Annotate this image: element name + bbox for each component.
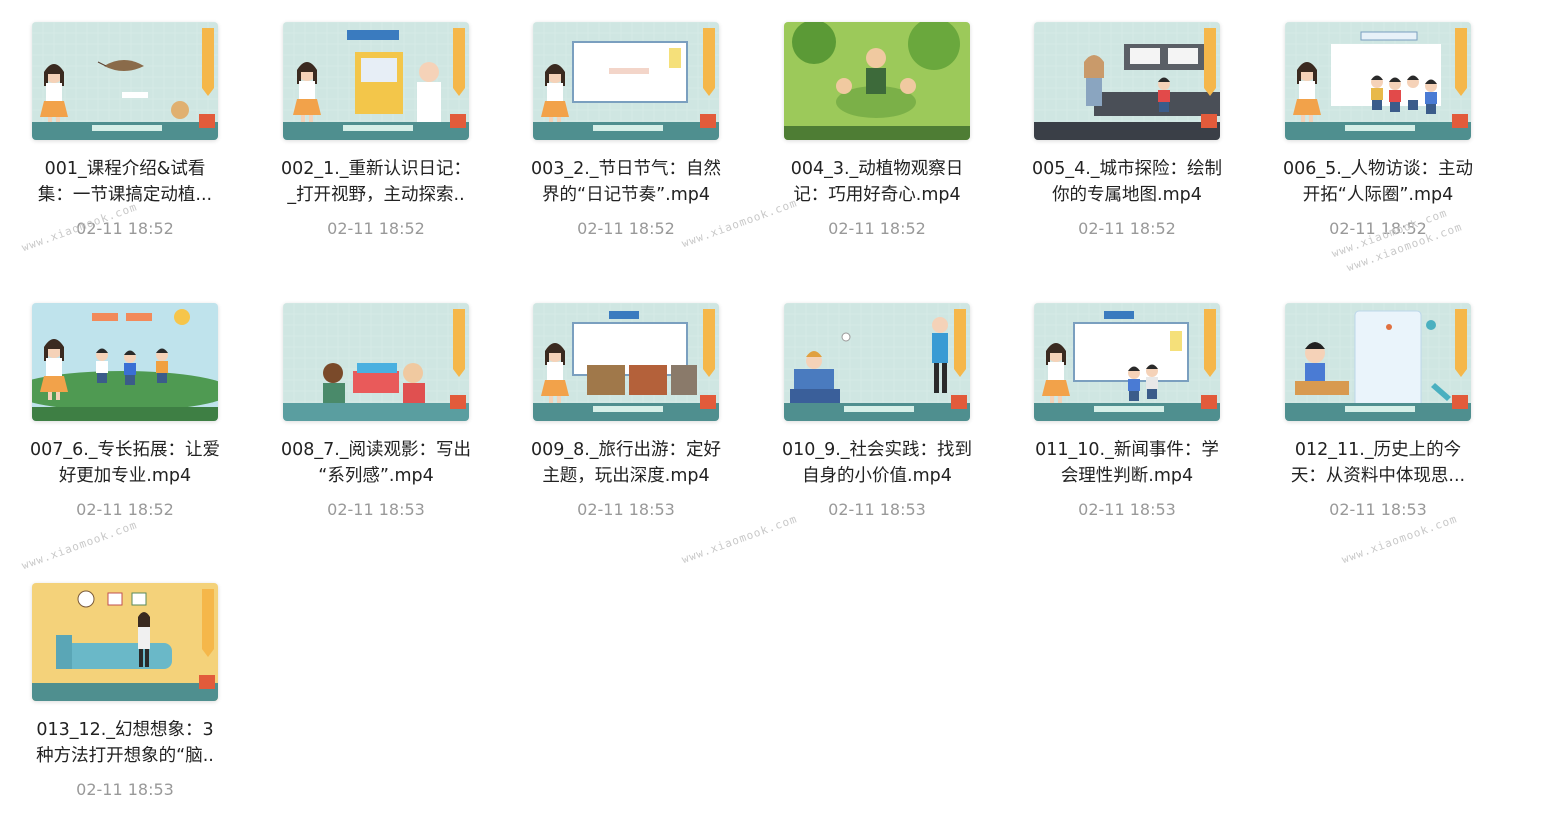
file-item[interactable]: 003_2._节日节气：自然 界的“日记节奏”.mp4 02-11 18:52 [511,0,721,260]
file-name-line-2: 你的专属地图.mp4 [1052,185,1202,205]
file-name[interactable]: 005_4._城市探险：绘制 你的专属地图.mp4 [1012,156,1242,208]
file-name-line-2: 种方法打开想象的“脑.. [36,746,214,766]
file-item[interactable]: 012_11._历史上的今 天：从资料中体现思... 02-11 18:53 [1263,281,1473,541]
file-name[interactable]: 001_课程介绍&试看 集：一节课搞定动植... [10,156,240,208]
file-name[interactable]: 008_7._阅读观影：写出 “系列感”.mp4 [261,437,491,489]
file-name-line-1: 005_4._城市探险：绘制 [1031,159,1223,179]
video-thumbnail[interactable] [283,303,469,421]
file-name[interactable]: 013_12._幻想想象：3 种方法打开想象的“脑.. [10,717,240,769]
file-name-line-2: _打开视野，主动探索.. [287,185,465,205]
file-name-line-2: 会理性判断.mp4 [1060,466,1194,486]
file-item[interactable]: 002_1._重新认识日记： _打开视野，主动探索.. 02-11 18:52 [261,0,471,260]
file-name-line-2: “系列感”.mp4 [318,466,434,486]
file-name-line-2: 界的“日记节奏”.mp4 [542,185,710,205]
video-thumbnail[interactable] [1034,303,1220,421]
video-thumbnail[interactable] [533,303,719,421]
file-name-line-2: 好更加专业.mp4 [58,466,192,486]
file-item[interactable]: 004_3._动植物观察日 记：巧用好奇心.mp4 02-11 18:52 [762,0,972,260]
file-item[interactable]: 010_9._社会实践：找到 自身的小价值.mp4 02-11 18:53 [762,281,972,541]
file-date: 02-11 18:53 [828,500,926,519]
video-thumbnail[interactable] [784,22,970,140]
file-date: 02-11 18:53 [577,500,675,519]
file-name-line-2: 集：一节课搞定动植... [37,185,213,205]
file-date: 02-11 18:52 [1329,219,1427,238]
file-name[interactable]: 003_2._节日节气：自然 界的“日记节奏”.mp4 [511,156,741,208]
video-thumbnail[interactable] [32,583,218,701]
file-name-line-2: 开拓“人际圈”.mp4 [1302,185,1454,205]
file-date: 02-11 18:53 [327,500,425,519]
file-name-line-1: 008_7._阅读观影：写出 [280,440,472,460]
file-date: 02-11 18:53 [76,780,174,799]
video-thumbnail[interactable] [1034,22,1220,140]
file-name[interactable]: 006_5._人物访谈：主动 开拓“人际圈”.mp4 [1263,156,1493,208]
file-item[interactable]: 005_4._城市探险：绘制 你的专属地图.mp4 02-11 18:52 [1012,0,1222,260]
file-name[interactable]: 002_1._重新认识日记： _打开视野，主动探索.. [261,156,491,208]
file-date: 02-11 18:53 [1329,500,1427,519]
file-name-line-2: 自身的小价值.mp4 [802,466,952,486]
video-thumbnail[interactable] [1285,22,1471,140]
file-name-line-1: 007_6._专长拓展：让爱 [29,440,221,460]
file-date: 02-11 18:52 [1078,219,1176,238]
file-item[interactable]: 006_5._人物访谈：主动 开拓“人际圈”.mp4 02-11 18:52 [1263,0,1473,260]
video-thumbnail[interactable] [32,303,218,421]
file-name[interactable]: 007_6._专长拓展：让爱 好更加专业.mp4 [10,437,240,489]
file-name[interactable]: 009_8._旅行出游：定好 主题，玩出深度.mp4 [511,437,741,489]
file-name-line-1: 012_11._历史上的今 [1294,440,1462,460]
file-item[interactable]: 009_8._旅行出游：定好 主题，玩出深度.mp4 02-11 18:53 [511,281,721,541]
file-name-line-1: 002_1._重新认识日记： [280,159,472,179]
video-thumbnail[interactable] [533,22,719,140]
file-date: 02-11 18:53 [1078,500,1176,519]
file-name-line-2: 天：从资料中体现思... [1290,466,1466,486]
file-name-line-1: 001_课程介绍&试看 [44,159,206,179]
file-name-line-2: 主题，玩出深度.mp4 [542,466,710,486]
file-item[interactable]: 001_课程介绍&试看 集：一节课搞定动植... 02-11 18:52 [10,0,220,260]
file-date: 02-11 18:52 [76,500,174,519]
file-date: 02-11 18:52 [327,219,425,238]
video-thumbnail[interactable] [32,22,218,140]
file-name-line-2: 记：巧用好奇心.mp4 [793,185,961,205]
video-thumbnail[interactable] [1285,303,1471,421]
video-thumbnail[interactable] [283,22,469,140]
file-date: 02-11 18:52 [828,219,926,238]
file-name[interactable]: 004_3._动植物观察日 记：巧用好奇心.mp4 [762,156,992,208]
file-name-line-1: 004_3._动植物观察日 [790,159,964,179]
file-name-line-1: 010_9._社会实践：找到 [781,440,973,460]
file-item[interactable]: 011_10._新闻事件：学 会理性判断.mp4 02-11 18:53 [1012,281,1222,541]
file-name[interactable]: 012_11._历史上的今 天：从资料中体现思... [1263,437,1493,489]
file-name[interactable]: 011_10._新闻事件：学 会理性判断.mp4 [1012,437,1242,489]
file-name-line-1: 013_12._幻想想象：3 [36,720,214,740]
file-name-line-1: 011_10._新闻事件：学 [1035,440,1219,460]
file-name[interactable]: 010_9._社会实践：找到 自身的小价值.mp4 [762,437,992,489]
file-item[interactable]: 013_12._幻想想象：3 种方法打开想象的“脑.. 02-11 18:53 [10,561,220,821]
file-name-line-1: 009_8._旅行出游：定好 [530,440,722,460]
file-item[interactable]: 007_6._专长拓展：让爱 好更加专业.mp4 02-11 18:52 [10,281,220,541]
file-name-line-1: 003_2._节日节气：自然 [530,159,722,179]
file-grid: 001_课程介绍&试看 集：一节课搞定动植... 02-11 18:52 002_1… [0,0,1565,824]
video-thumbnail[interactable] [784,303,970,421]
file-date: 02-11 18:52 [76,219,174,238]
file-item[interactable]: 008_7._阅读观影：写出 “系列感”.mp4 02-11 18:53 [261,281,471,541]
file-date: 02-11 18:52 [577,219,675,238]
file-name-line-1: 006_5._人物访谈：主动 [1282,159,1474,179]
